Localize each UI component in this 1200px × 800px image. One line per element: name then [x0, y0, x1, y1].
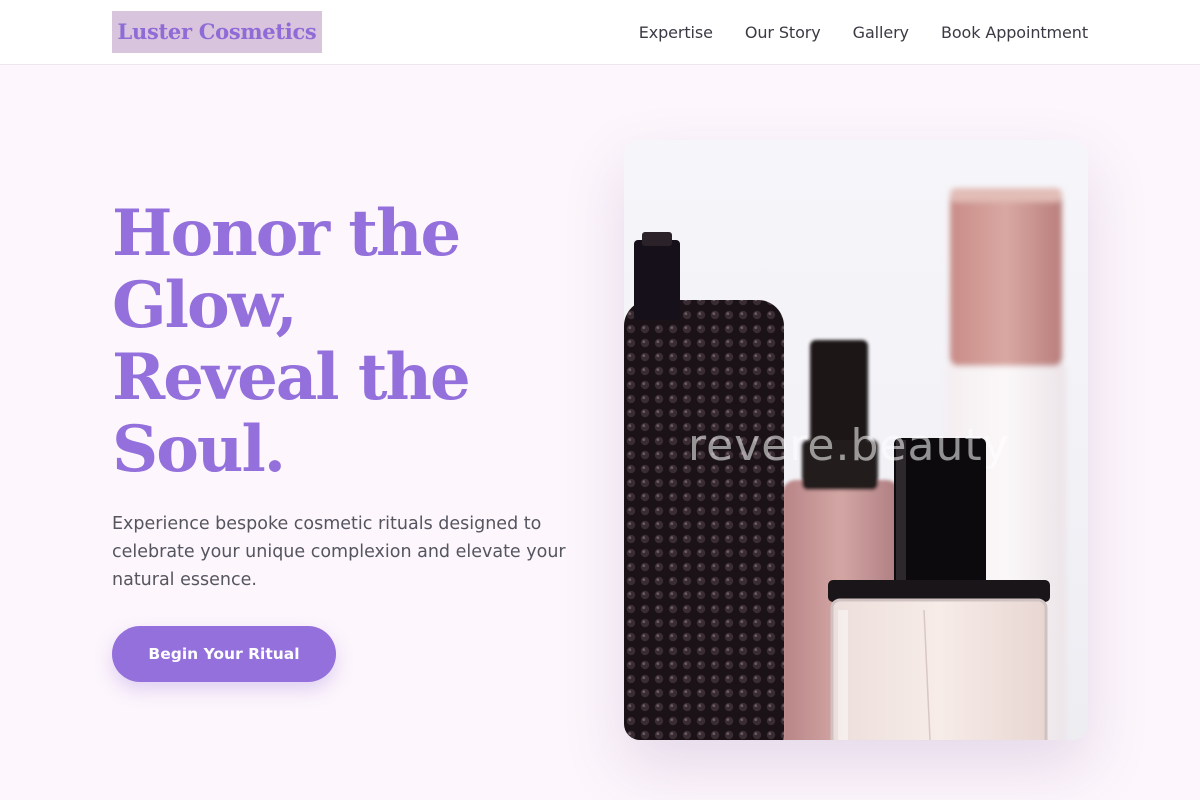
- hero-title-line: Reveal the: [112, 340, 471, 415]
- hero-description: Experience bespoke cosmetic rituals desi…: [112, 514, 566, 590]
- nav-link-our-story[interactable]: Our Story: [745, 23, 821, 42]
- image-watermark: revere.beauty: [688, 420, 1010, 471]
- main-nav: Expertise Our Story Gallery Book Appoint…: [639, 0, 1088, 64]
- hero-product-image: revere.beauty: [624, 140, 1088, 740]
- brand-logo[interactable]: Luster Cosmetics: [112, 11, 322, 53]
- nav-link-expertise[interactable]: Expertise: [639, 23, 713, 42]
- hero-title-line: Glow,: [112, 268, 298, 343]
- hero-title: Honor the Glow, Reveal the Soul.: [112, 198, 582, 486]
- hero-title-line: Honor the: [112, 196, 461, 271]
- begin-ritual-button[interactable]: Begin Your Ritual: [112, 626, 336, 682]
- site-header: Luster Cosmetics Expertise Our Story Gal…: [0, 0, 1200, 65]
- nav-link-gallery[interactable]: Gallery: [853, 23, 909, 42]
- hero-title-line: Soul.: [112, 412, 286, 487]
- nav-link-book-appointment[interactable]: Book Appointment: [941, 23, 1088, 42]
